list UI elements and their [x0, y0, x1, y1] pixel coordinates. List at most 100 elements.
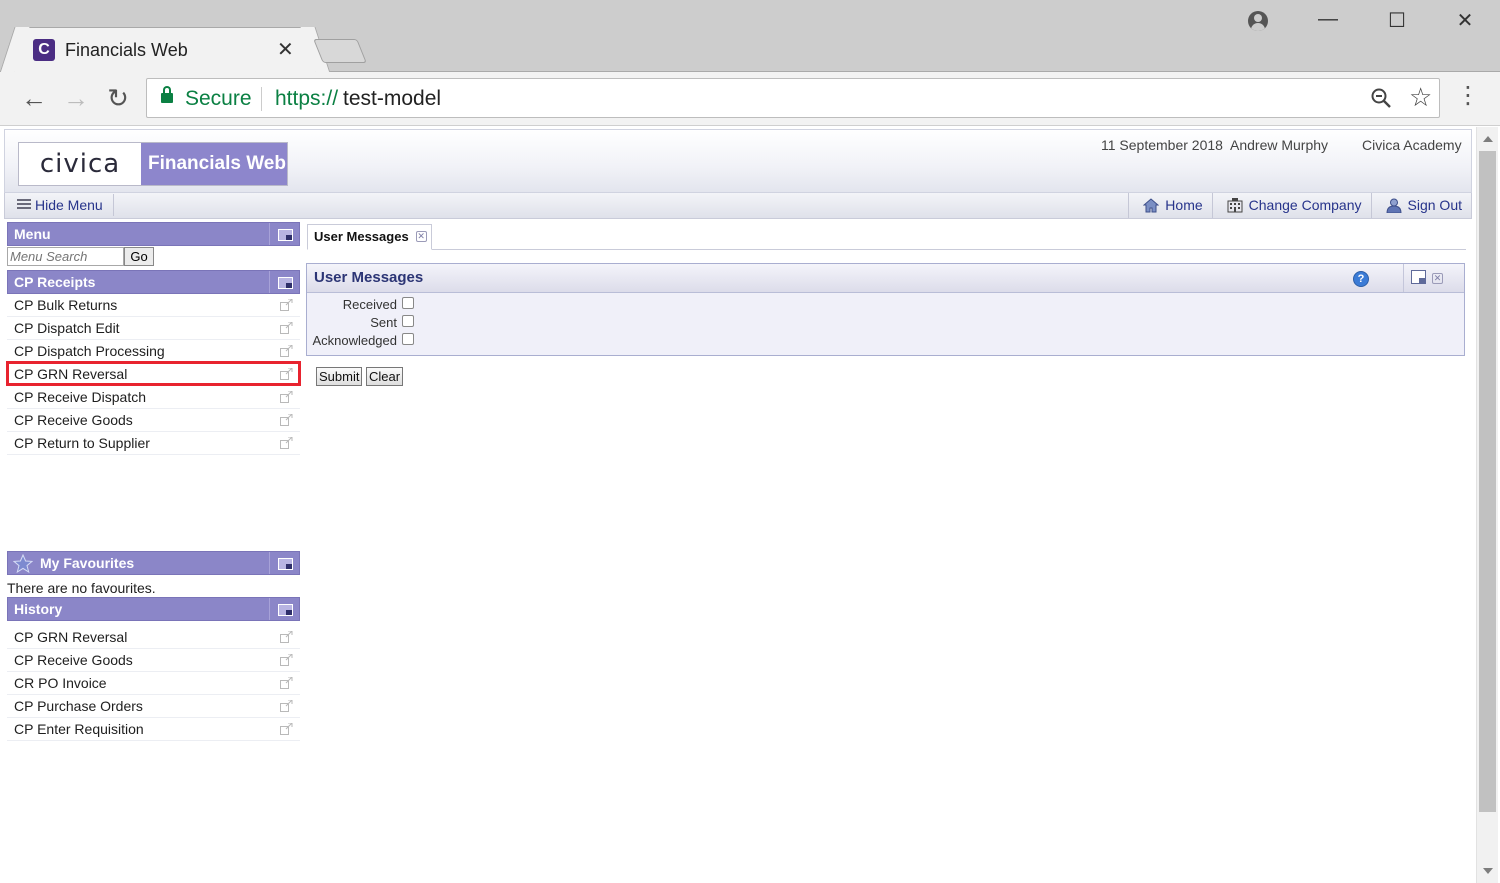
user-messages-panel-header: User Messages ? ✕ — [307, 264, 1464, 293]
external-link-icon — [280, 368, 293, 380]
scroll-thumb[interactable] — [1479, 151, 1496, 812]
cp-receipts-list: CP Bulk Returns CP Dispatch Edit CP Disp… — [7, 294, 300, 455]
menu-search-input[interactable] — [7, 247, 124, 266]
history-item[interactable]: CP Enter Requisition — [7, 718, 300, 741]
history-item[interactable]: CP Receive Goods — [7, 649, 300, 672]
minimize-icon[interactable]: — — [1308, 8, 1348, 31]
section-title: CP Receipts — [14, 274, 96, 290]
menu-item[interactable]: CP Receive Goods — [7, 409, 300, 432]
cp-receipts-header: CP Receipts — [7, 270, 300, 294]
history-item[interactable]: CP GRN Reversal — [7, 626, 300, 649]
bookmark-star-icon[interactable]: ☆ — [1409, 83, 1432, 111]
favourites-title: My Favourites — [40, 555, 135, 571]
vertical-scrollbar[interactable] — [1476, 127, 1498, 883]
hide-menu-button[interactable]: Hide Menu — [9, 194, 114, 216]
header-user: Andrew Murphy — [1230, 137, 1329, 153]
home-label: Home — [1165, 197, 1203, 213]
hide-menu-label: Hide Menu — [35, 197, 103, 213]
menu-item[interactable]: CP Dispatch Edit — [7, 317, 300, 340]
external-link-icon — [280, 437, 293, 449]
history-item-label: CP Purchase Orders — [14, 698, 143, 714]
back-icon[interactable]: ← — [19, 84, 49, 112]
menu-item-label: CP Receive Goods — [14, 412, 133, 428]
menu-item[interactable]: CP Return to Supplier — [7, 432, 300, 455]
sign-out-icon — [1386, 198, 1402, 213]
history-item-label: CP GRN Reversal — [14, 629, 128, 645]
acknowledged-checkbox[interactable] — [402, 333, 414, 345]
zoom-icon[interactable] — [1371, 88, 1391, 108]
change-company-label: Change Company — [1248, 197, 1362, 213]
logo-brand: civica — [39, 149, 121, 179]
acknowledged-label: Acknowledged — [312, 333, 397, 348]
menu-panel-header: Menu — [7, 222, 300, 246]
browser-titlebar: C Financials Web ✕ — ☐ ✕ — [0, 0, 1500, 73]
panel-toggle-icon[interactable] — [269, 552, 299, 574]
panel-toggle-icon[interactable] — [269, 598, 299, 620]
reload-icon[interactable]: ↻ — [103, 84, 133, 112]
sent-checkbox[interactable] — [402, 315, 414, 327]
header-date: 11 September 2018 — [1101, 137, 1223, 153]
received-checkbox[interactable] — [402, 297, 414, 309]
history-header: History — [7, 597, 300, 621]
help-icon[interactable]: ? — [1353, 271, 1369, 287]
address-bar[interactable]: Secure https:// test-model ☆ — [146, 78, 1440, 118]
app-header: civica Financials Web 11 September 2018 … — [4, 129, 1472, 193]
menu-item[interactable]: CP Bulk Returns — [7, 294, 300, 317]
app-toolbar: Hide Menu Home Change Company Sign Out — [4, 193, 1472, 219]
secure-label: Secure — [185, 87, 252, 110]
building-icon — [1227, 198, 1243, 213]
external-link-icon — [280, 654, 293, 666]
menu-search-go-button[interactable]: Go — [124, 247, 154, 266]
user-messages-panel: User Messages ? ✕ Received Sent Acknowle… — [306, 263, 1465, 356]
sent-field: Sent — [307, 314, 607, 332]
change-company-link[interactable]: Change Company — [1211, 193, 1371, 218]
history-item[interactable]: CP Purchase Orders — [7, 695, 300, 718]
close-tab-icon[interactable]: ✕ — [415, 231, 427, 242]
logo-product: Financials Web — [141, 143, 287, 185]
external-link-icon — [280, 345, 293, 357]
scroll-down-icon[interactable] — [1483, 868, 1493, 874]
external-link-icon — [280, 414, 293, 426]
close-icon[interactable]: ✕ — [1445, 8, 1485, 33]
url-scheme: https:// — [275, 87, 339, 110]
external-link-icon — [280, 631, 293, 643]
profile-icon[interactable] — [1248, 11, 1268, 31]
app-logo: civica Financials Web — [18, 142, 288, 186]
received-field: Received — [307, 296, 607, 314]
panel-toggle-icon[interactable] — [269, 271, 299, 293]
menu-item-label: CP GRN Reversal — [14, 366, 128, 382]
header-divider — [1403, 264, 1404, 292]
history-item-label: CP Receive Goods — [14, 652, 133, 668]
external-link-icon — [280, 391, 293, 403]
menu-title: Menu — [14, 226, 51, 242]
clear-button[interactable]: Clear — [366, 367, 404, 386]
browser-tab[interactable]: C Financials Web ✕ — [14, 27, 316, 73]
tab-user-messages[interactable]: User Messages ✕ — [307, 224, 432, 250]
menu-item-cp-grn-reversal[interactable]: CP GRN Reversal — [7, 363, 300, 386]
menu-item[interactable]: CP Dispatch Processing — [7, 340, 300, 363]
home-link[interactable]: Home — [1128, 193, 1211, 218]
external-link-icon — [280, 700, 293, 712]
omnibox-divider — [261, 87, 262, 111]
maximize-icon[interactable]: ☐ — [1377, 8, 1417, 33]
sign-out-link[interactable]: Sign Out — [1370, 193, 1471, 218]
favicon: C — [33, 39, 55, 61]
external-link-icon — [280, 322, 293, 334]
menu-item[interactable]: CP Receive Dispatch — [7, 386, 300, 409]
forward-icon[interactable]: → — [61, 84, 91, 112]
received-label: Received — [342, 297, 397, 312]
scroll-up-icon[interactable] — [1483, 136, 1493, 142]
history-item[interactable]: CR PO Invoice — [7, 672, 300, 695]
submit-button[interactable]: Submit — [316, 367, 363, 386]
new-tab-button[interactable] — [313, 39, 367, 63]
tab-close-icon[interactable]: ✕ — [277, 37, 294, 62]
history-list: CP GRN Reversal CP Receive Goods CR PO I… — [7, 626, 300, 741]
menu-item-label: CP Dispatch Processing — [14, 343, 165, 359]
menu-item-label: CP Receive Dispatch — [14, 389, 147, 405]
panel-toggle-icon[interactable] — [269, 223, 299, 245]
history-item-label: CR PO Invoice — [14, 675, 107, 691]
close-panel-icon[interactable]: ✕ — [1432, 273, 1443, 284]
menu-dots-icon[interactable]: ⋮ — [1456, 82, 1480, 110]
popout-icon[interactable] — [1411, 270, 1426, 284]
sent-label: Sent — [370, 315, 397, 330]
